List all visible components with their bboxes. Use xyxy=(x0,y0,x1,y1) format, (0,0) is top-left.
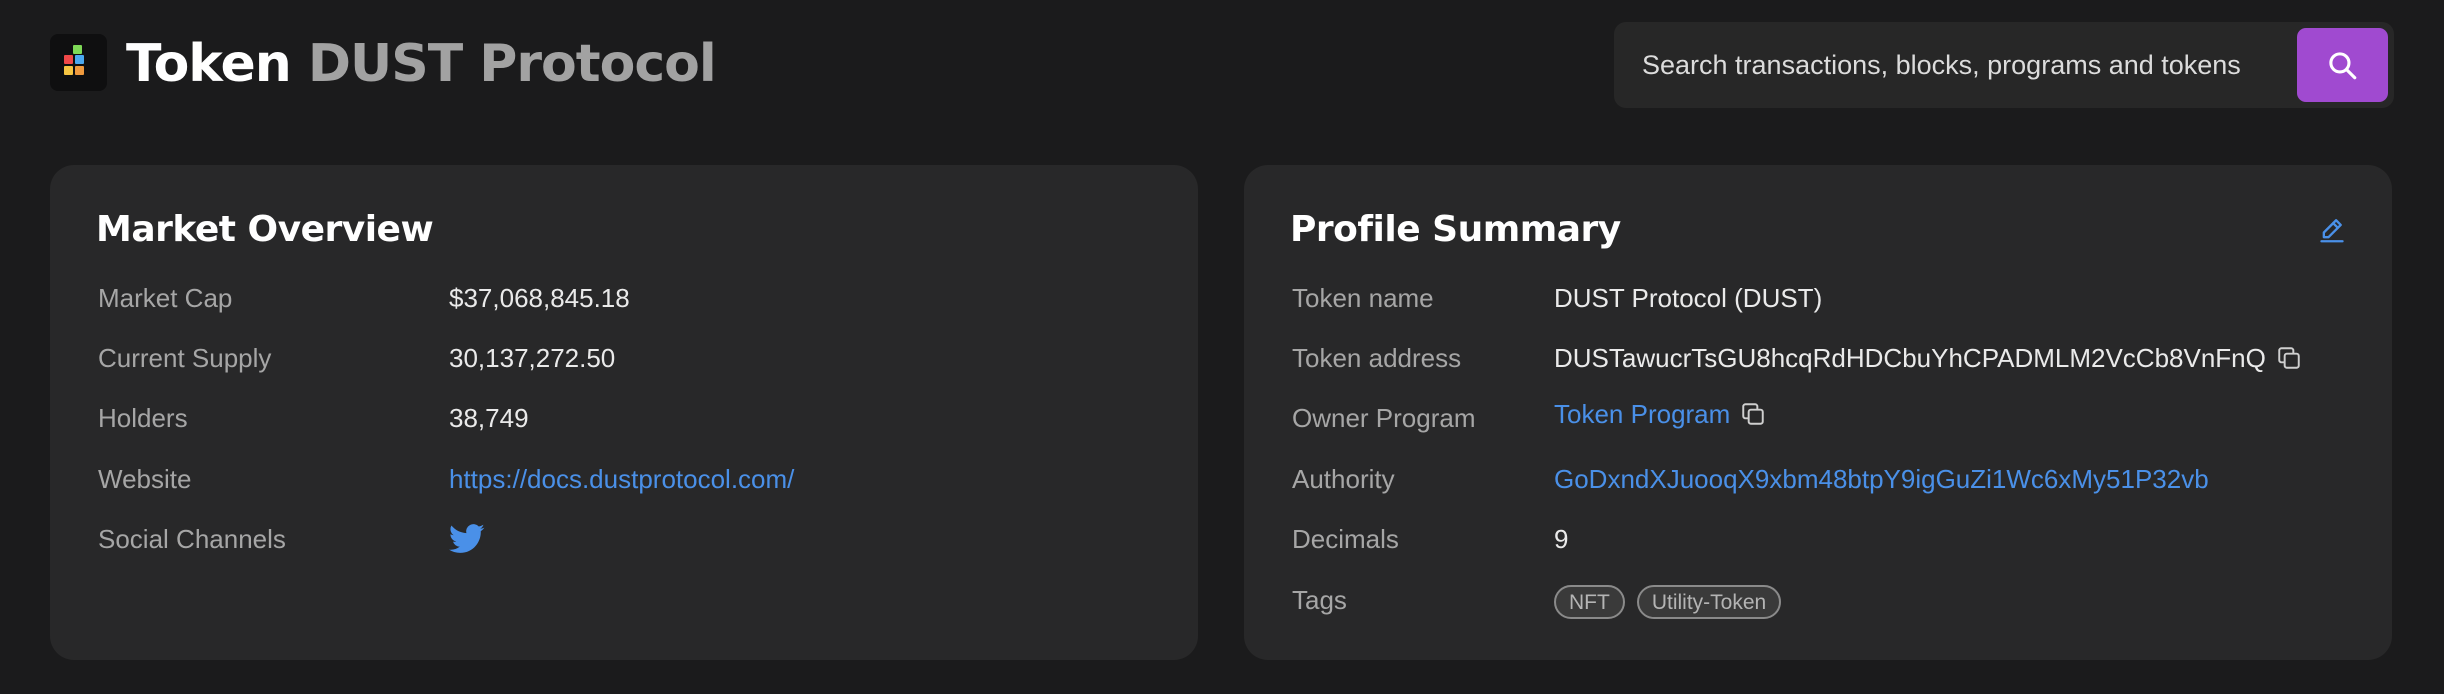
decimals-row: Decimals 9 xyxy=(1292,519,2352,559)
page-title: Token DUST Protocol xyxy=(126,24,717,104)
token-address-value: DUSTawucrTsGU8hcqRdHDCbuYhCPADMLM2VcCb8V… xyxy=(1554,343,2266,373)
owner-program-row: Owner Program Token Program xyxy=(1292,398,2352,438)
search-box xyxy=(1614,22,2394,108)
market-cap-row: Market Cap $37,068,845.18 xyxy=(98,278,1158,318)
social-channels-row: Social Channels xyxy=(98,519,1158,559)
decimals-value: 9 xyxy=(1554,524,1569,554)
authority-row: Authority GoDxndXJuooqX9xbm48btpY9igGuZi… xyxy=(1292,459,2352,499)
tags-list: NFT Utility-Token xyxy=(1554,580,1793,620)
tag-nft[interactable]: NFT xyxy=(1554,585,1625,620)
holders-value: 38,749 xyxy=(449,403,529,433)
page-title-prefix: Token xyxy=(126,34,292,94)
owner-program-group: Token Program xyxy=(1554,394,1766,434)
tags-label: Tags xyxy=(1292,585,1347,615)
website-row: Website https://docs.dustprotocol.com/ xyxy=(98,459,1158,499)
search-button[interactable] xyxy=(2297,28,2388,102)
token-logo xyxy=(50,34,107,91)
current-supply-row: Current Supply 30,137,272.50 xyxy=(98,338,1158,378)
tags-row: Tags NFT Utility-Token xyxy=(1292,580,2352,620)
token-name-label: Token name xyxy=(1292,283,1434,313)
holders-label: Holders xyxy=(98,403,188,433)
holders-row: Holders 38,749 xyxy=(98,398,1158,438)
authority-link[interactable]: GoDxndXJuooqX9xbm48btpY9igGuZi1Wc6xMy51P… xyxy=(1554,459,2209,499)
market-cap-label: Market Cap xyxy=(98,283,233,313)
twitter-icon[interactable] xyxy=(449,523,485,555)
search-input[interactable] xyxy=(1614,22,2254,108)
pencil-icon[interactable] xyxy=(2318,215,2346,243)
token-address-label: Token address xyxy=(1292,343,1462,373)
profile-summary-title: Profile Summary xyxy=(1290,209,1621,250)
authority-label: Authority xyxy=(1292,464,1395,494)
search-icon xyxy=(2329,52,2357,80)
token-name-row: Token name DUST Protocol (DUST) xyxy=(1292,278,2352,318)
page-title-token-name: DUST Protocol xyxy=(307,34,717,94)
copy-icon[interactable] xyxy=(2276,345,2302,371)
market-overview-card: Market Overview Market Cap $37,068,845.1… xyxy=(50,165,1198,660)
current-supply-label: Current Supply xyxy=(98,343,272,373)
decimals-label: Decimals xyxy=(1292,524,1399,554)
current-supply-value: 30,137,272.50 xyxy=(449,343,616,373)
website-label: Website xyxy=(98,464,192,494)
market-cap-value: $37,068,845.18 xyxy=(449,283,630,313)
profile-summary-card: Profile Summary Token name DUST Protocol… xyxy=(1244,165,2392,660)
top-bar: Token DUST Protocol xyxy=(50,20,2394,108)
token-address-row: Token address DUSTawucrTsGU8hcqRdHDCbuYh… xyxy=(1292,338,2352,378)
owner-program-link[interactable]: Token Program xyxy=(1554,399,1730,429)
website-link[interactable]: https://docs.dustprotocol.com/ xyxy=(449,459,794,499)
social-channels-label: Social Channels xyxy=(98,524,286,554)
token-name-value: DUST Protocol (DUST) xyxy=(1554,283,1823,313)
tag-utility-token[interactable]: Utility-Token xyxy=(1636,585,1782,620)
copy-icon[interactable] xyxy=(1740,401,1766,427)
token-address-group: DUSTawucrTsGU8hcqRdHDCbuYhCPADMLM2VcCb8V… xyxy=(1554,338,2302,378)
owner-program-label: Owner Program xyxy=(1292,403,1476,433)
market-overview-title: Market Overview xyxy=(96,209,434,250)
